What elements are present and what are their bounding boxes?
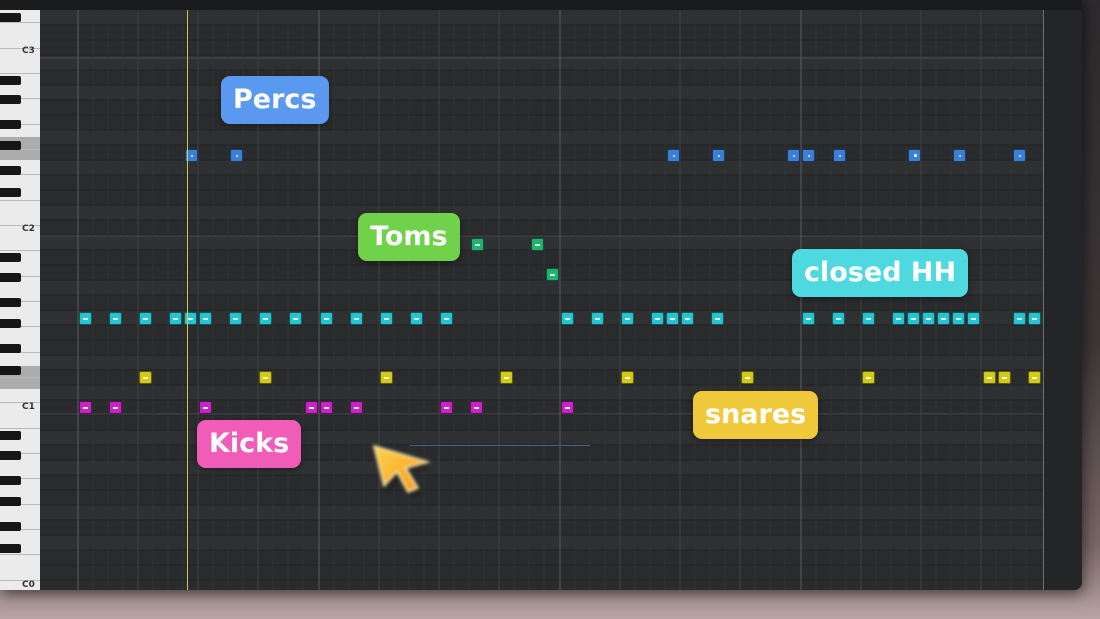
perc-note[interactable] — [833, 149, 846, 162]
perc-note[interactable] — [908, 149, 921, 162]
hihat-note[interactable] — [229, 312, 242, 325]
tom-note[interactable] — [471, 238, 484, 251]
perc-note[interactable] — [953, 149, 966, 162]
snare-note[interactable] — [621, 371, 634, 384]
hihat-note[interactable] — [832, 312, 845, 325]
kick-note[interactable] — [305, 401, 318, 414]
kick-note[interactable] — [350, 401, 363, 414]
hihat-note[interactable] — [802, 312, 815, 325]
snare-note[interactable] — [998, 371, 1011, 384]
hihat-note[interactable] — [1028, 312, 1041, 325]
hihat-note[interactable] — [1013, 312, 1026, 325]
label-kicks: Kicks — [197, 420, 302, 468]
grid-lines — [40, 10, 1082, 590]
perc-note[interactable] — [1013, 149, 1026, 162]
hihat-note[interactable] — [440, 312, 453, 325]
octave-label-c0: C0 — [22, 580, 35, 590]
hihat-note[interactable] — [199, 312, 212, 325]
octave-label-c1: C1 — [22, 402, 35, 412]
piano-keyboard[interactable]: C3 C2 C1 C0 — [0, 10, 41, 590]
label-snares: snares — [693, 391, 819, 439]
hihat-note[interactable] — [289, 312, 302, 325]
snare-note[interactable] — [259, 371, 272, 384]
snare-note[interactable] — [741, 371, 754, 384]
perc-note[interactable] — [712, 149, 725, 162]
mouse-pointer-icon — [368, 438, 438, 498]
snare-note[interactable] — [983, 371, 996, 384]
hihat-note[interactable] — [907, 312, 920, 325]
kick-note[interactable] — [470, 401, 483, 414]
hihat-note[interactable] — [711, 312, 724, 325]
snare-note[interactable] — [862, 371, 875, 384]
hihat-note[interactable] — [937, 312, 950, 325]
snare-note[interactable] — [500, 371, 513, 384]
playhead[interactable] — [187, 10, 188, 590]
hihat-note[interactable] — [922, 312, 935, 325]
octave-label-c2: C2 — [22, 224, 35, 234]
hihat-note[interactable] — [681, 312, 694, 325]
kick-note[interactable] — [320, 401, 333, 414]
title-strip — [0, 0, 1082, 10]
label-percs: Percs — [221, 76, 329, 124]
perc-note[interactable] — [787, 149, 800, 162]
snare-note[interactable] — [380, 371, 393, 384]
octave-label-c3: C3 — [22, 46, 35, 56]
hihat-note[interactable] — [169, 312, 182, 325]
perc-note[interactable] — [667, 149, 680, 162]
label-toms: Toms — [358, 213, 460, 261]
hihat-note[interactable] — [184, 312, 197, 325]
kick-note[interactable] — [199, 401, 212, 414]
hihat-note[interactable] — [621, 312, 634, 325]
hihat-note[interactable] — [666, 312, 679, 325]
hihat-note[interactable] — [561, 312, 574, 325]
label-closed-hh: closed HH — [792, 249, 969, 297]
kick-note[interactable] — [561, 401, 574, 414]
kick-note[interactable] — [109, 401, 122, 414]
hihat-note[interactable] — [320, 312, 333, 325]
note-grid[interactable] — [40, 10, 1082, 590]
hihat-note[interactable] — [892, 312, 905, 325]
kick-note[interactable] — [79, 401, 92, 414]
tom-note[interactable] — [531, 238, 544, 251]
kick-note[interactable] — [440, 401, 453, 414]
perc-note[interactable] — [802, 149, 815, 162]
hihat-note[interactable] — [410, 312, 423, 325]
loop-end-line[interactable] — [1043, 10, 1044, 590]
hihat-note[interactable] — [651, 312, 664, 325]
tom-note[interactable] — [546, 268, 559, 281]
hihat-note[interactable] — [380, 312, 393, 325]
hihat-note[interactable] — [350, 312, 363, 325]
hihat-note[interactable] — [109, 312, 122, 325]
hihat-note[interactable] — [79, 312, 92, 325]
hihat-note[interactable] — [952, 312, 965, 325]
hihat-note[interactable] — [139, 312, 152, 325]
perc-note[interactable] — [230, 149, 243, 162]
snare-note[interactable] — [139, 371, 152, 384]
hihat-note[interactable] — [259, 312, 272, 325]
hihat-note[interactable] — [862, 312, 875, 325]
hihat-note[interactable] — [591, 312, 604, 325]
hihat-note[interactable] — [967, 312, 980, 325]
snare-note[interactable] — [1028, 371, 1041, 384]
